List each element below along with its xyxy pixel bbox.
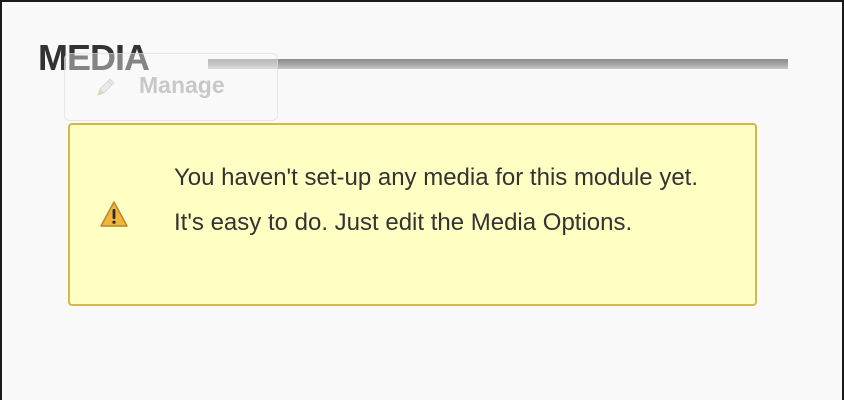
empty-media-notice: You haven't set-up any media for this mo… — [68, 123, 757, 306]
title-divider — [208, 59, 788, 69]
manage-button[interactable]: Manage — [64, 53, 278, 121]
pencil-icon — [97, 78, 115, 96]
warning-icon — [100, 201, 128, 227]
notice-message: You haven't set-up any media for this mo… — [174, 164, 699, 236]
module-panel: MEDIA Manage You haven't set-up any medi… — [0, 0, 844, 400]
manage-button-label: Manage — [139, 72, 225, 98]
